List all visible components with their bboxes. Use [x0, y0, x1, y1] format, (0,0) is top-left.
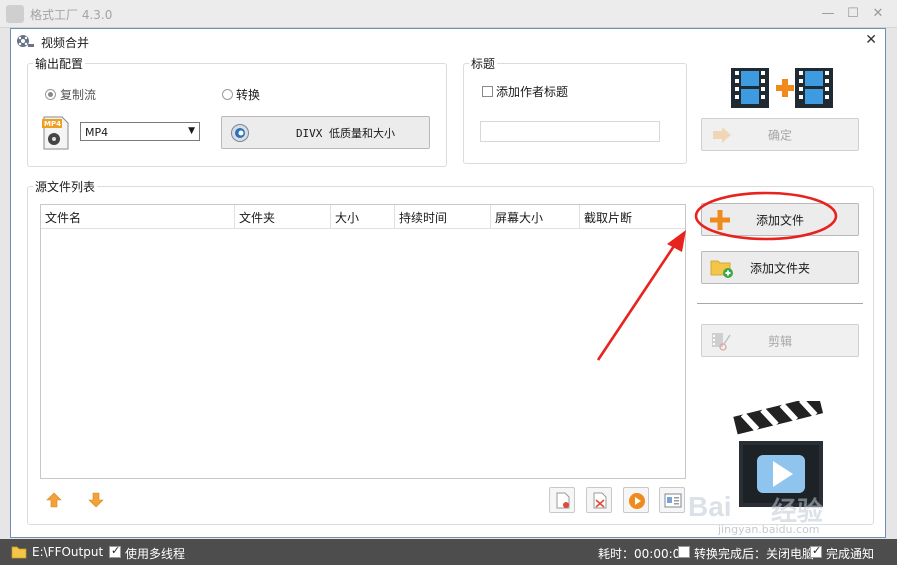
play-icon: [629, 493, 645, 509]
mp4-icon-text: MP4: [44, 120, 61, 128]
app-close-button[interactable]: ✕: [867, 4, 889, 24]
column-header-screen-size[interactable]: 屏幕大小: [491, 205, 580, 229]
add-folder-button-label: 添加文件夹: [749, 261, 810, 275]
column-header-size[interactable]: 大小: [331, 205, 395, 229]
watermark-url: jingyan.baidu.com: [718, 523, 820, 536]
arrow-up-icon[interactable]: [46, 492, 62, 508]
column-header-filename[interactable]: 文件名: [41, 205, 235, 229]
list-header: 文件名 文件夹 大小 持续时间 屏幕大小 截取片断: [41, 205, 685, 229]
output-config-group: 输出配置 复制流 转换 MP4 MP4 ▼ DIVX 低质量和大小: [27, 55, 447, 167]
after-convert-checkbox[interactable]: [678, 546, 690, 558]
source-list-label: 源文件列表: [33, 178, 98, 195]
media-info-button[interactable]: [659, 487, 685, 513]
format-select-value: MP4: [85, 126, 109, 139]
column-header-folder[interactable]: 文件夹: [235, 205, 331, 229]
notify-label: 完成通知: [826, 547, 875, 561]
multithread-label: 使用多线程: [125, 547, 186, 561]
convert-radio[interactable]: [222, 89, 233, 100]
source-file-list[interactable]: 文件名 文件夹 大小 持续时间 屏幕大小 截取片断: [40, 204, 686, 479]
video-join-dialog: 视频合并 ✕ 输出配置 复制流 转换 MP4 MP4 ▼ DIVX 低质量和大小: [10, 28, 886, 538]
add-folder-button[interactable]: 添加文件夹: [701, 251, 859, 284]
multithread-checkbox[interactable]: [109, 544, 121, 558]
after-convert-label: 转换完成后：关闭电脑: [694, 547, 815, 561]
quality-settings-label: DIVX 低质量和大小: [295, 126, 396, 140]
maximize-button[interactable]: ☐: [842, 4, 864, 24]
document-clear-icon: [593, 492, 607, 509]
remove-item-button[interactable]: [549, 487, 575, 513]
minimize-button[interactable]: —: [817, 4, 839, 24]
format-select[interactable]: MP4 ▼: [80, 122, 200, 141]
notify-checkbox[interactable]: [810, 544, 822, 558]
copy-stream-label: 复制流: [60, 88, 97, 102]
watermark-brand: Bai: [688, 491, 732, 522]
output-path[interactable]: E:\FFOutput: [32, 545, 103, 559]
add-file-button[interactable]: 添加文件: [701, 203, 859, 236]
gear-icon: [231, 124, 249, 142]
film-reel-icon: [17, 35, 34, 47]
media-info-icon: [664, 493, 682, 508]
confirm-button[interactable]: 确定: [701, 118, 859, 151]
dialog-title: 视频合并: [41, 36, 90, 50]
copy-stream-radio[interactable]: [45, 89, 56, 100]
clip-button-label: 剪辑: [767, 334, 792, 348]
button-divider: [697, 303, 863, 304]
app-title: 格式工厂 4.3.0: [30, 8, 113, 22]
app-titlebar: 格式工厂 4.3.0 — ☐ ✕: [0, 0, 897, 28]
output-config-label: 输出配置: [33, 55, 86, 72]
add-author-label: 添加作者标题: [496, 85, 569, 99]
film-plus-film-icon: [731, 68, 833, 108]
clear-list-button[interactable]: [586, 487, 612, 513]
confirm-button-label: 确定: [767, 128, 792, 142]
mp4-file-icon: MP4: [42, 116, 69, 150]
quality-settings-button[interactable]: DIVX 低质量和大小: [221, 116, 430, 149]
clip-button[interactable]: 剪辑: [701, 324, 859, 357]
status-bar: E:\FFOutput 使用多线程 耗时：00:00:00 转换完成后：关闭电脑…: [0, 539, 897, 565]
convert-label: 转换: [236, 88, 261, 102]
document-remove-icon: [556, 492, 570, 509]
title-group-label: 标题: [469, 55, 498, 72]
title-group: 标题 添加作者标题: [463, 55, 687, 164]
play-button[interactable]: [623, 487, 649, 513]
folder-icon[interactable]: [11, 545, 27, 559]
add-author-checkbox[interactable]: [482, 86, 493, 97]
author-title-input[interactable]: [480, 121, 660, 142]
arrow-down-icon[interactable]: [88, 492, 104, 508]
elapsed-time: 耗时：00:00:00: [598, 547, 688, 561]
chevron-down-icon: ▼: [188, 126, 195, 136]
column-header-clip[interactable]: 截取片断: [580, 205, 685, 229]
dialog-close-button[interactable]: ✕: [865, 32, 877, 48]
add-file-button-label: 添加文件: [755, 213, 804, 227]
column-header-duration[interactable]: 持续时间: [395, 205, 491, 229]
app-logo-icon: [6, 5, 24, 23]
